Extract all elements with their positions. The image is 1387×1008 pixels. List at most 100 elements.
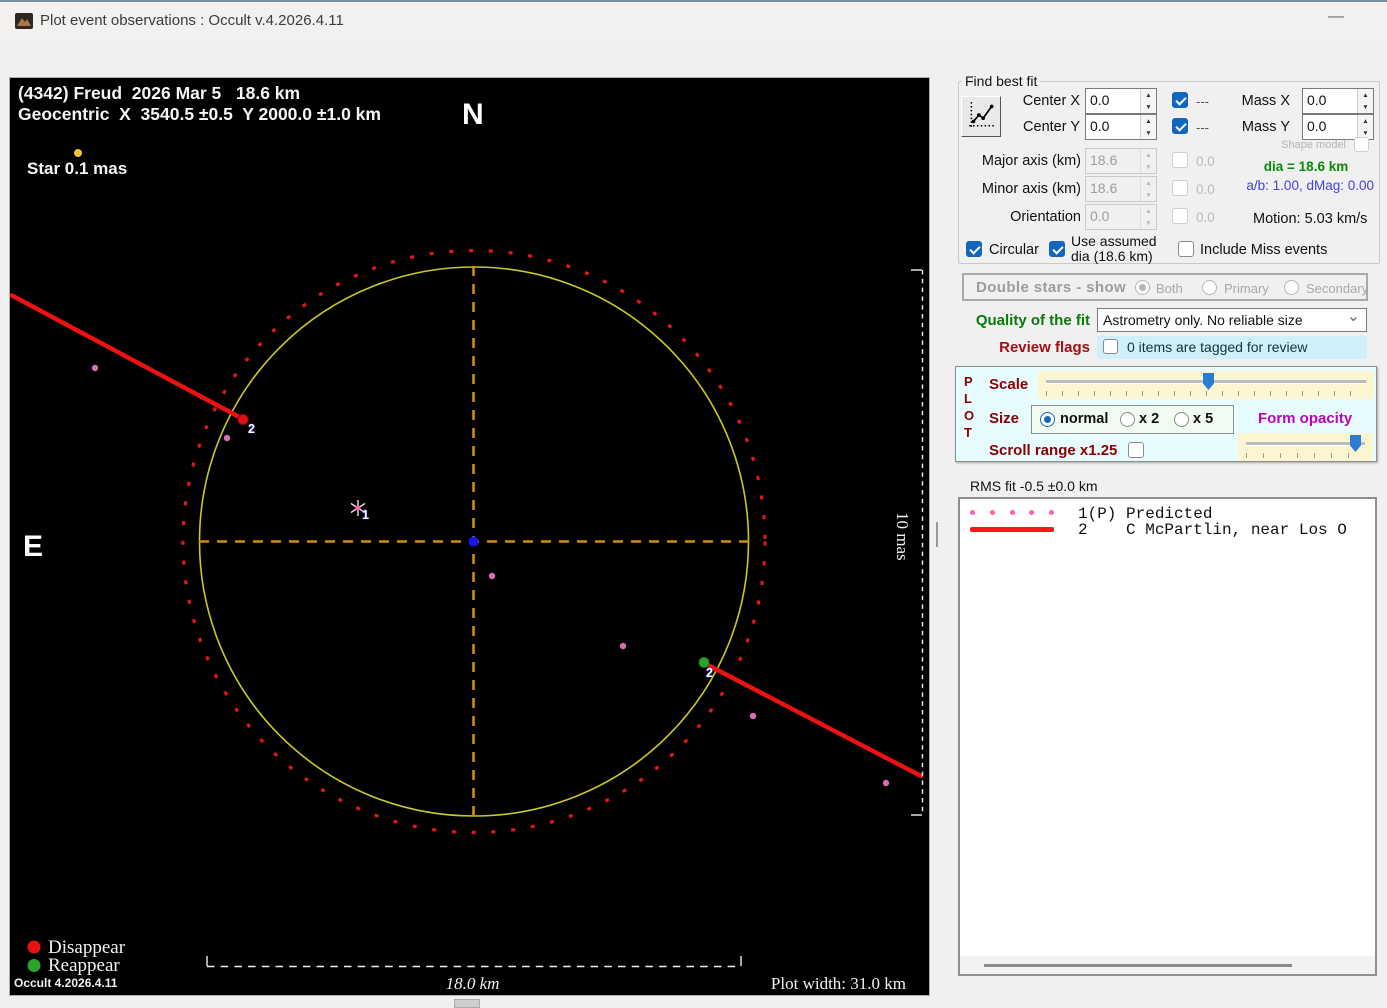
horizontal-scale-bar [206,956,742,968]
review-flags-value: 0 items are tagged for review [1127,339,1308,355]
center-x-spinner[interactable]: 0.0 ▲ ▼ [1085,88,1157,114]
observed-chord-egress[interactable] [701,660,924,779]
orientation-fit-checkbox [1172,208,1188,224]
mass-y-spin-buttons: ▲ ▼ [1357,115,1373,139]
legend-row-predicted[interactable]: 1(P) Predicted [960,505,1375,523]
orientation-label: Orientation [1010,209,1081,225]
review-flags-checkbox[interactable] [1103,339,1118,354]
major-axis-value: 18.6 [1090,152,1118,168]
plot-canvas[interactable]: (4342) Freud 2026 Mar 5 18.6 km Geocentr… [9,77,930,996]
mass-x-value[interactable]: 0.0 [1303,89,1357,113]
disappear-marker-number: 2 [248,422,255,436]
scale-slider-thumb[interactable] [1203,373,1214,390]
mass-x-label: Mass X [1241,93,1290,109]
spin-up-icon[interactable]: ▲ [1358,89,1373,101]
reappear-marker-number: 2 [706,666,713,680]
double-stars-both-radio [1135,280,1150,295]
double-stars-primary-label: Primary [1224,281,1269,296]
center-x-value[interactable]: 0.0 [1086,89,1140,113]
spin-up-icon[interactable]: ▲ [1141,89,1156,101]
star-size-label: Star 0.1 mas [27,159,128,178]
scroll-range-checkbox[interactable] [1128,442,1144,458]
spin-up-icon: ▲ [1145,151,1152,159]
plot-vertical-word: P L O T [964,373,974,441]
scale-label: Scale [989,376,1029,393]
spin-up-icon: ▲ [1145,179,1152,187]
center-x-fit-checkbox[interactable] [1172,92,1188,108]
orientation-aux-value: 0.0 [1196,210,1215,225]
plot-title-line1: (4342) Freud 2026 Mar 5 18.6 km [18,83,301,103]
center-x-lock-label: --- [1196,94,1209,109]
app-icon [15,13,33,29]
double-stars-title: Double stars - show [976,279,1127,296]
observations-listbox[interactable]: 1(P) Predicted 2 C McPartlin, near Los O [958,497,1377,976]
spin-up-icon[interactable]: ▲ [1358,115,1373,127]
legend-row-observed[interactable]: 2 C McPartlin, near Los O [960,521,1375,539]
spin-down-icon[interactable]: ▼ [1141,101,1156,113]
orientation-spinner: 0.0 ▲ ▼ [1085,204,1157,230]
chevron-down-icon[interactable]: ⌄ [1347,306,1360,326]
center-y-value[interactable]: 0.0 [1086,115,1140,139]
quality-of-fit-combobox[interactable]: Astrometry only. No reliable size ⌄ [1097,308,1367,332]
disappear-legend-dot [27,940,41,954]
reappear-legend-dot [27,959,41,972]
minor-axis-label: Minor axis (km) [981,181,1081,197]
size-x2-label: x 2 [1139,411,1160,427]
north-label: N [462,98,484,131]
minor-axis-fit-checkbox [1172,180,1188,196]
size-x5-radio[interactable] [1174,412,1189,427]
spin-up-icon[interactable]: ▲ [1141,115,1156,127]
listbox-horizontal-scrollbar[interactable] [960,956,1375,974]
use-assumed-dia-checkbox[interactable] [1049,241,1065,257]
size-x2-radio[interactable] [1120,412,1135,427]
use-assumed-dia-label-line1: Use assumed [1071,233,1157,249]
scale-slider [1038,371,1374,399]
east-label: E [23,530,44,563]
center-y-lock-label: --- [1196,120,1209,135]
include-miss-events-checkbox[interactable] [1178,241,1194,257]
center-y-label: Center Y [1023,119,1080,135]
circular-checkbox[interactable] [966,241,982,257]
spin-down-icon[interactable]: ▼ [1141,127,1156,139]
predicted-chord-dots [91,364,890,787]
size-normal-radio[interactable] [1040,412,1055,427]
window-title: Plot event observations : Occult v.4.202… [40,12,344,29]
center-dot [468,536,479,547]
observed-chord-ingress[interactable] [10,293,246,422]
center-y-spin-buttons: ▲ ▼ [1140,115,1156,139]
motion-label: Motion: 5.03 km/s [1253,211,1368,227]
listbox-scrollbar-thumb[interactable] [984,964,1292,967]
diameter-label: dia = 18.6 km [1263,159,1349,174]
form-opacity-slider-track [1246,442,1365,446]
form-opacity-slider [1238,433,1373,461]
shape-model-checkbox [1354,137,1369,152]
panel-splitter-handle[interactable] [936,522,938,547]
form-opacity-slider-thumb[interactable] [1350,435,1361,452]
plot-control-panel: P L O T Scale Size normal x 2 x 5 Form o… [955,366,1377,462]
spin-down-icon[interactable]: ▼ [1358,101,1373,113]
center-y-fit-checkbox[interactable] [1172,118,1188,134]
rms-fit-label: RMS fit -0.5 ±0.0 km [970,478,1098,494]
double-stars-secondary-label: Secondary [1306,281,1369,296]
use-assumed-dia-label-line2: dia (18.6 km) [1071,248,1153,264]
mass-x-spinner[interactable]: 0.0 ▲ ▼ [1302,88,1374,114]
legend-row-label: 2 C McPartlin, near Los O [1078,521,1347,539]
form-opacity-slider-ticks [1246,453,1365,458]
horizontal-scale-label: 18.0 km [445,974,500,993]
mass-y-value[interactable]: 0.0 [1303,115,1357,139]
observed-line-sample [970,527,1054,532]
shape-model-label: Shape model [1281,139,1346,151]
review-flags-strip: 0 items are tagged for review [1097,336,1367,359]
mass-y-label: Mass Y [1241,119,1290,135]
spin-down-icon: ▼ [1145,191,1152,199]
right-panel: Find best fit Center X 0.0 ▲ ▼ --- Mass … [950,0,1387,1007]
plot-title-line2: Geocentric X 3540.5 ±0.5 Y 2000.0 ±1.0 k… [18,104,381,124]
include-miss-events-label: Include Miss events [1200,242,1328,258]
minor-axis-value: 18.6 [1090,180,1118,196]
quality-of-fit-value: Astrometry only. No reliable size [1103,312,1303,328]
disappear-event-dot[interactable] [237,413,249,426]
minor-axis-spin-buttons: ▲ ▼ [1140,177,1156,201]
double-stars-group: Double stars - show Both Primary Seconda… [962,273,1368,301]
spin-down-icon: ▼ [1145,219,1152,227]
center-y-spinner[interactable]: 0.0 ▲ ▼ [1085,114,1157,140]
